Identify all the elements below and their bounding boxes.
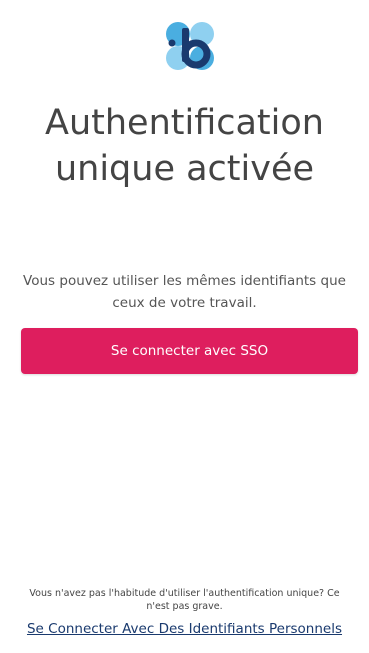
page-title-line-1: Authentification [45, 103, 324, 143]
sso-login-screen: Authentification unique activée Vous pou… [0, 0, 369, 653]
sso-footer-note-line-2: n'est pas grave. [146, 601, 223, 612]
b-app-logo-icon [166, 22, 214, 70]
sso-description-line-2: ceux de votre travail. [112, 295, 257, 311]
page-title-line-2: unique activée [54, 149, 315, 189]
sso-description: Vous pouvez utiliser les mêmes identifia… [18, 270, 351, 314]
sso-footer-note: Vous n'avez pas l'habitude d'utiliser l'… [14, 587, 355, 613]
page-title: Authentification unique activée [0, 100, 369, 192]
sso-footer-note-line-1: Vous n'avez pas l'habitude d'utiliser l'… [29, 588, 340, 599]
sso-description-line-1: Vous pouvez utiliser les mêmes identifia… [23, 273, 346, 289]
personal-credentials-link[interactable]: Se Connecter Avec Des Identifiants Perso… [0, 619, 369, 639]
sso-login-button[interactable]: Se connecter avec SSO [21, 328, 358, 374]
